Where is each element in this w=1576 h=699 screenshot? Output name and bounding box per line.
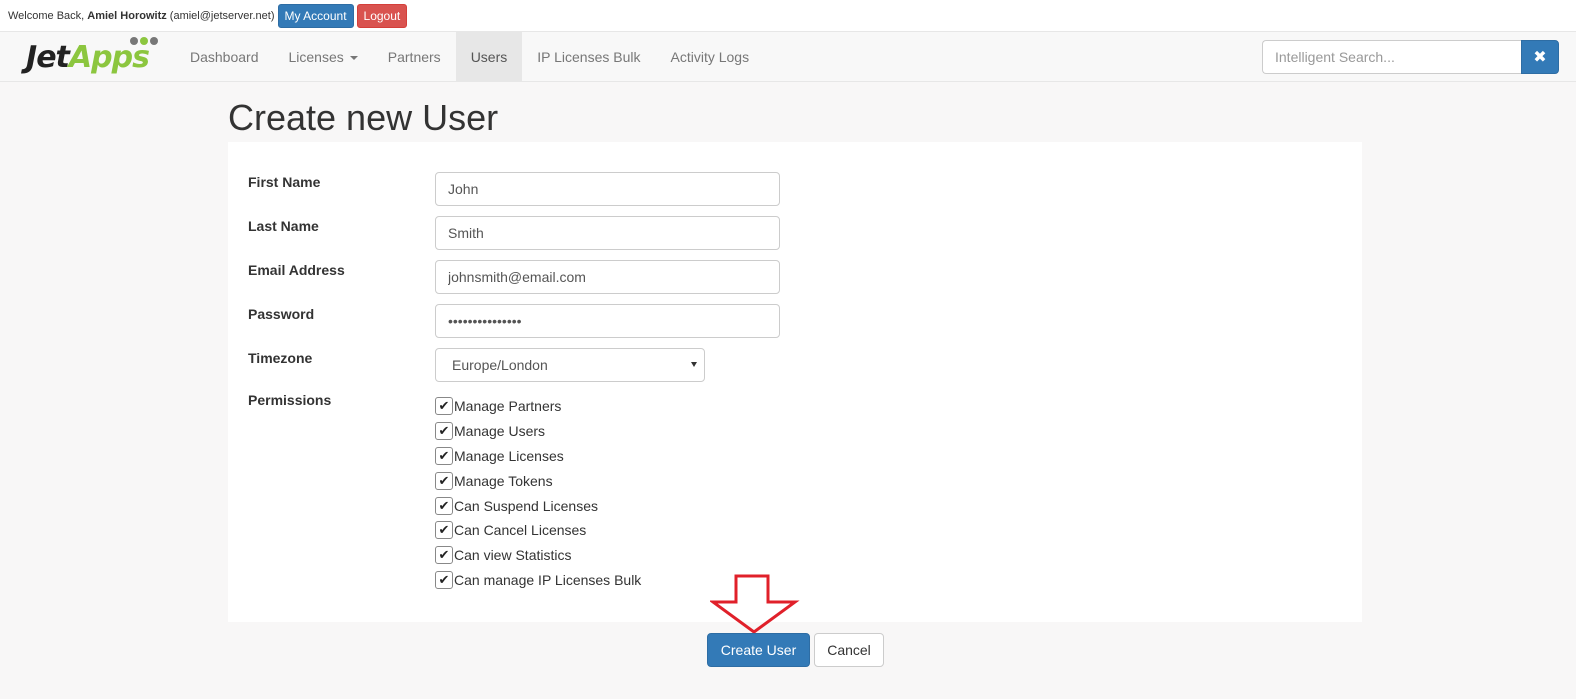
nav-licenses-label: Licenses xyxy=(288,48,344,65)
password-input[interactable] xyxy=(435,304,780,338)
permission-label: Manage Users xyxy=(454,423,546,440)
welcome-bar: Welcome Back, Amiel Horowitz (amiel@jets… xyxy=(0,0,1576,31)
first-name-input[interactable] xyxy=(435,172,780,206)
email-label: Email Address xyxy=(248,262,345,278)
page-title: Create new User xyxy=(228,97,499,138)
nav-licenses[interactable]: Licenses xyxy=(274,32,373,81)
permission-label: Can Suspend Licenses xyxy=(454,497,598,514)
permissions-list: ✔ Manage Partners ✔ Manage Users ✔ Manage L… xyxy=(435,394,641,592)
permission-label: Can view Statistics xyxy=(454,547,572,564)
user-email: (amiel@jetserver.net) xyxy=(169,9,275,22)
nav-partners[interactable]: Partners xyxy=(373,32,456,81)
form-actions: Create User Cancel xyxy=(707,633,884,667)
nav-dashboard-label: Dashboard xyxy=(190,48,259,65)
permission-label: Manage Tokens xyxy=(454,472,553,489)
permission-manage-users[interactable]: ✔ Manage Users xyxy=(435,419,641,444)
nav-ip-licenses-bulk[interactable]: IP Licenses Bulk xyxy=(522,32,655,81)
jetapps-logo[interactable]: JetApps xyxy=(0,32,175,82)
checkbox-checked-icon[interactable]: ✔ xyxy=(435,397,453,416)
checkbox-checked-icon[interactable]: ✔ xyxy=(435,570,453,589)
search-input[interactable] xyxy=(1262,40,1521,74)
create-user-form: First Name Last Name Email Address Passw… xyxy=(228,142,1362,622)
logo-people-icon xyxy=(130,37,158,45)
checkbox-checked-icon[interactable]: ✔ xyxy=(435,496,453,515)
cancel-button[interactable]: Cancel xyxy=(814,633,884,667)
permission-view-statistics[interactable]: ✔ Can view Statistics xyxy=(435,543,641,568)
nav-users-label: Users xyxy=(470,48,508,65)
last-name-label: Last Name xyxy=(248,218,319,234)
nav-ip-licenses-bulk-label: IP Licenses Bulk xyxy=(537,48,641,65)
timezone-value: Europe/London xyxy=(452,357,548,373)
permission-manage-tokens[interactable]: ✔ Manage Tokens xyxy=(435,468,641,493)
down-arrow-icon xyxy=(710,574,800,634)
close-icon: ✖ xyxy=(1533,49,1547,66)
permission-label: Manage Licenses xyxy=(454,447,564,464)
nav-activity-logs[interactable]: Activity Logs xyxy=(656,32,765,81)
last-name-input[interactable] xyxy=(435,216,780,250)
logout-button[interactable]: Logout xyxy=(356,3,408,28)
checkbox-checked-icon[interactable]: ✔ xyxy=(435,471,453,490)
main-navbar: JetApps Dashboard Licenses Partners User… xyxy=(0,31,1576,82)
user-name: Amiel Horowitz xyxy=(87,9,167,22)
first-name-label: First Name xyxy=(248,174,321,190)
checkbox-checked-icon[interactable]: ✔ xyxy=(435,521,453,540)
permission-manage-licenses[interactable]: ✔ Manage Licenses xyxy=(435,444,641,469)
nav-partners-label: Partners xyxy=(387,48,441,65)
create-user-button[interactable]: Create User xyxy=(707,633,810,667)
permission-label: Can Cancel Licenses xyxy=(454,522,587,539)
search-clear-button[interactable]: ✖ xyxy=(1521,40,1559,74)
checkbox-checked-icon[interactable]: ✔ xyxy=(435,422,453,441)
select-arrow-icon xyxy=(691,362,697,367)
permission-manage-ip-licenses-bulk[interactable]: ✔ Can manage IP Licenses Bulk xyxy=(435,568,641,593)
checkbox-checked-icon[interactable]: ✔ xyxy=(435,446,453,465)
checkbox-checked-icon[interactable]: ✔ xyxy=(435,546,453,565)
permission-label: Can manage IP Licenses Bulk xyxy=(454,571,642,588)
caret-down-icon xyxy=(349,55,358,60)
permission-cancel-licenses[interactable]: ✔ Can Cancel Licenses xyxy=(435,518,641,543)
search-group: ✖ xyxy=(1262,40,1559,74)
nav-activity-logs-label: Activity Logs xyxy=(670,48,750,65)
permission-manage-partners[interactable]: ✔ Manage Partners xyxy=(435,394,641,419)
timezone-select[interactable]: Europe/London xyxy=(435,348,705,382)
logo-jet: Jet xyxy=(26,39,70,75)
nav-users[interactable]: Users xyxy=(455,32,523,81)
permission-suspend-licenses[interactable]: ✔ Can Suspend Licenses xyxy=(435,493,641,518)
my-account-button[interactable]: My Account xyxy=(277,3,354,28)
email-input[interactable] xyxy=(435,260,780,294)
welcome-prefix: Welcome Back, xyxy=(8,9,85,22)
nav-dashboard[interactable]: Dashboard xyxy=(175,32,274,81)
permissions-label: Permissions xyxy=(248,392,332,408)
password-label: Password xyxy=(248,306,315,322)
permission-label: Manage Partners xyxy=(454,398,562,415)
timezone-label: Timezone xyxy=(248,350,313,366)
